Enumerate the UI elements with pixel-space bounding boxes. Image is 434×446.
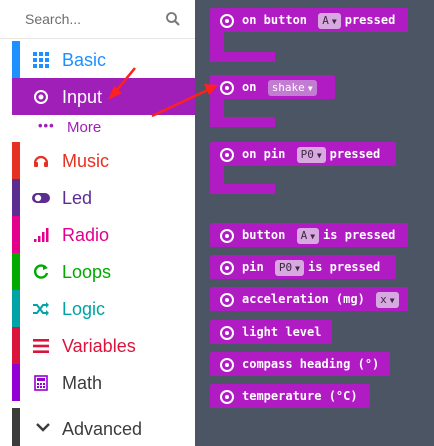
- caret-down-icon: ▼: [331, 16, 337, 26]
- block-text: acceleration (mg): [242, 292, 365, 306]
- category-color-stripe: [12, 327, 20, 364]
- dropdown-value: A: [300, 228, 308, 242]
- caret-down-icon: ▼: [295, 263, 300, 273]
- annotation-arrow-icon: [108, 67, 218, 118]
- shuffle-icon: [32, 300, 50, 318]
- circle-dot-icon: [32, 88, 50, 106]
- category-color-stripe: [12, 179, 20, 216]
- block-text: is pressed: [308, 260, 381, 274]
- temperature-block[interactable]: temperature (°C): [210, 384, 370, 408]
- button-is-pressed-block[interactable]: button A ▼ is pressed: [210, 223, 408, 247]
- more-dots-icon: •••: [38, 118, 55, 133]
- category-color-stripe: [12, 78, 20, 115]
- category-math[interactable]: Math: [12, 364, 195, 401]
- pin-dropdown[interactable]: P0 ▼: [296, 146, 326, 163]
- event-body-bottom: [210, 184, 275, 194]
- pin-dropdown[interactable]: P0 ▼: [274, 259, 304, 276]
- category-loops[interactable]: Loops: [12, 253, 195, 290]
- grid-icon: [32, 51, 50, 69]
- block-text: pin: [242, 260, 264, 274]
- button-dropdown[interactable]: A ▼: [296, 227, 320, 244]
- search-box[interactable]: Search...: [0, 0, 195, 39]
- more-label: More: [67, 119, 102, 136]
- category-label: Led: [62, 188, 93, 208]
- category-color-stripe: [12, 364, 20, 401]
- axis-dropdown[interactable]: x ▼: [376, 291, 399, 308]
- blocks-flyout: on button A ▼ pressed on shake ▼ on pin P0 ▼…: [195, 0, 434, 446]
- chevron-down-icon: [36, 418, 50, 439]
- gear-icon: [220, 228, 234, 243]
- pin-is-pressed-block[interactable]: pin P0 ▼ is pressed: [210, 255, 396, 279]
- category-logic[interactable]: Logic: [12, 290, 195, 327]
- on-button-pressed-block[interactable]: on button A ▼ pressed: [210, 8, 408, 32]
- light-level-block[interactable]: light level: [210, 320, 332, 344]
- block-text: is pressed: [323, 228, 396, 242]
- gear-icon: [220, 292, 234, 307]
- category-music[interactable]: Music: [12, 142, 195, 179]
- block-text: light level: [242, 325, 322, 339]
- search-icon[interactable]: [165, 11, 181, 27]
- block-text: temperature (°C): [242, 389, 358, 403]
- gear-icon: [220, 260, 234, 275]
- category-label: Variables: [62, 336, 136, 356]
- gear-icon: [220, 147, 234, 162]
- signal-icon: [32, 226, 50, 244]
- category-color-stripe: [12, 216, 20, 253]
- category-color-stripe: [12, 253, 20, 290]
- block-text: pressed: [329, 147, 381, 161]
- headphones-icon: [32, 152, 50, 170]
- caret-down-icon: ▼: [389, 295, 395, 305]
- category-led[interactable]: Led: [12, 179, 195, 216]
- compass-heading-block[interactable]: compass heading (°): [210, 352, 390, 376]
- dropdown-value: A: [322, 13, 329, 27]
- category-label: Math: [62, 373, 103, 393]
- block-text: button: [242, 228, 286, 242]
- gesture-dropdown[interactable]: shake ▼: [267, 79, 317, 96]
- on-pin-pressed-block[interactable]: on pin P0 ▼ pressed: [210, 142, 396, 166]
- gear-icon: [220, 325, 234, 340]
- gear-icon: [220, 13, 234, 28]
- block-text: on pin: [242, 147, 286, 161]
- block-text: on: [242, 80, 257, 94]
- caret-down-icon: ▼: [310, 231, 316, 241]
- search-input[interactable]: Search...: [25, 11, 81, 27]
- category-variables[interactable]: Variables: [12, 327, 195, 364]
- category-color-stripe: [12, 408, 20, 446]
- category-color-stripe: [12, 142, 20, 179]
- toggle-icon: [32, 189, 50, 207]
- block-text: on button: [242, 13, 308, 27]
- category-radio[interactable]: Radio: [12, 216, 195, 253]
- gear-icon: [220, 389, 234, 404]
- acceleration-block[interactable]: acceleration (mg) x ▼: [210, 287, 408, 311]
- dropdown-value: P0: [300, 147, 314, 161]
- block-text: pressed: [344, 13, 396, 27]
- category-color-stripe: [12, 290, 20, 327]
- block-text: compass heading (°): [242, 357, 380, 371]
- category-advanced[interactable]: Advanced: [12, 408, 195, 446]
- gear-icon: [220, 357, 234, 372]
- button-dropdown[interactable]: A ▼: [318, 12, 341, 29]
- category-label: Radio: [62, 225, 110, 245]
- category-label: Logic: [62, 299, 106, 319]
- caret-down-icon: ▼: [307, 83, 313, 93]
- dropdown-value: P0: [278, 260, 293, 274]
- dropdown-value: x: [380, 292, 387, 306]
- caret-down-icon: ▼: [316, 150, 322, 160]
- dropdown-value: shake: [271, 80, 305, 94]
- category-label: Loops: [62, 262, 112, 282]
- category-color-stripe: [12, 41, 20, 78]
- calculator-icon: [32, 374, 50, 392]
- category-label: Music: [62, 151, 110, 171]
- category-label: Advanced: [62, 419, 143, 439]
- category-label: Input: [62, 87, 103, 107]
- refresh-icon: [32, 263, 50, 281]
- list-icon: [32, 337, 50, 355]
